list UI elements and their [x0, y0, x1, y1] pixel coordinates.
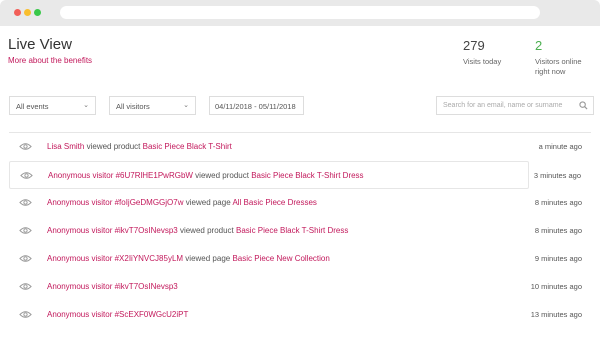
visitors-online-count: 2 [535, 38, 543, 53]
activity-time: 10 minutes ago [530, 282, 582, 291]
activity-text: Anonymous visitor #X2IiYNVCJ85yLM viewed… [47, 254, 330, 263]
activity-time: 9 minutes ago [534, 254, 582, 263]
chevron-down-icon: ⌄ [83, 102, 89, 109]
visitors-online-label: Visitors online right now [535, 57, 582, 76]
events-filter-value: All events [16, 102, 49, 111]
eye-icon [19, 143, 32, 150]
list-item[interactable]: Anonymous visitor #ikvT7OsINevsp3 10 min… [9, 273, 591, 301]
visits-today-count: 279 [463, 38, 485, 53]
activity-target-link[interactable]: Basic Piece Black T-Shirt Dress [251, 171, 363, 180]
visitor-link[interactable]: Anonymous visitor #ikvT7OsINevsp3 [47, 282, 178, 291]
activity-text: Anonymous visitor #ikvT7OsINevsp3 [47, 282, 178, 291]
eye-icon [19, 283, 32, 290]
visitor-link[interactable]: Anonymous visitor #ScEXF0WGcU2iPT [47, 310, 188, 319]
list-item[interactable]: Anonymous visitor #ikvT7OsINevsp3 viewed… [9, 217, 591, 245]
activity-target-link[interactable]: Basic Piece Black T-Shirt [143, 142, 232, 151]
activity-target-link[interactable]: Basic Piece New Collection [232, 254, 329, 263]
activity-text: Anonymous visitor #foIjGeDMGGjO7w viewed… [47, 198, 317, 207]
visitor-link[interactable]: Anonymous visitor #foIjGeDMGGjO7w [47, 198, 184, 207]
eye-icon [20, 172, 33, 179]
list-item[interactable]: Anonymous visitor #6U7RlHE1PwRGbW viewed… [9, 161, 581, 189]
activity-action: viewed product [195, 171, 249, 180]
activity-time: 3 minutes ago [533, 171, 581, 180]
date-range-picker[interactable]: 04/11/2018 - 05/11/2018 [209, 96, 304, 115]
events-filter-select[interactable]: All events ⌄ [9, 96, 96, 115]
chevron-down-icon: ⌄ [183, 102, 189, 109]
visitors-filter-select[interactable]: All visitors ⌄ [109, 96, 196, 115]
visitor-link[interactable]: Lisa Smith [47, 142, 84, 151]
eye-icon [19, 311, 32, 318]
activity-target-link[interactable]: Basic Piece Black T-Shirt Dress [236, 226, 348, 235]
activity-time: 13 minutes ago [530, 310, 582, 319]
maximize-window-icon[interactable] [34, 9, 41, 16]
search-input[interactable]: Search for an email, name or surname [436, 96, 594, 115]
eye-icon [19, 199, 32, 206]
activity-action: viewed page [185, 198, 231, 207]
benefits-link[interactable]: More about the benefits [8, 56, 92, 65]
activity-target-link[interactable]: All Basic Piece Dresses [232, 198, 316, 207]
activity-action: viewed product [86, 142, 141, 151]
activity-action: viewed page [185, 254, 231, 263]
scroll-fade [0, 330, 600, 344]
activity-action: viewed product [179, 226, 234, 235]
visitors-filter-value: All visitors [116, 102, 150, 111]
address-bar[interactable] [60, 6, 540, 19]
list-item[interactable]: Lisa Smith viewed product Basic Piece Bl… [9, 133, 591, 161]
visitor-link[interactable]: Anonymous visitor #X2IiYNVCJ85yLM [47, 254, 183, 263]
activity-text: Anonymous visitor #ikvT7OsINevsp3 viewed… [47, 226, 348, 235]
eye-icon [19, 255, 32, 262]
activity-text: Anonymous visitor #ScEXF0WGcU2iPT [47, 310, 188, 319]
activity-time: 8 minutes ago [534, 226, 582, 235]
activity-time: a minute ago [538, 142, 582, 151]
visits-today-label: Visits today [463, 57, 502, 66]
list-item[interactable]: Anonymous visitor #foIjGeDMGGjO7w viewed… [9, 189, 591, 217]
activity-time: 8 minutes ago [534, 198, 582, 207]
visitor-link[interactable]: Anonymous visitor #6U7RlHE1PwRGbW [48, 171, 193, 180]
minimize-window-icon[interactable] [24, 9, 31, 16]
list-item[interactable]: Anonymous visitor #ScEXF0WGcU2iPT 13 min… [9, 301, 591, 329]
eye-icon [19, 227, 32, 234]
browser-chrome [0, 0, 600, 26]
activity-text: Anonymous visitor #6U7RlHE1PwRGbW viewed… [48, 171, 364, 180]
list-item[interactable]: Anonymous visitor #X2IiYNVCJ85yLM viewed… [9, 245, 591, 273]
close-window-icon[interactable] [14, 9, 21, 16]
activity-text: Lisa Smith viewed product Basic Piece Bl… [47, 142, 232, 151]
search-icon[interactable] [579, 101, 588, 110]
search-placeholder: Search for an email, name or surname [443, 102, 563, 109]
visitor-link[interactable]: Anonymous visitor #ikvT7OsINevsp3 [47, 226, 178, 235]
page-title: Live View [8, 36, 72, 53]
